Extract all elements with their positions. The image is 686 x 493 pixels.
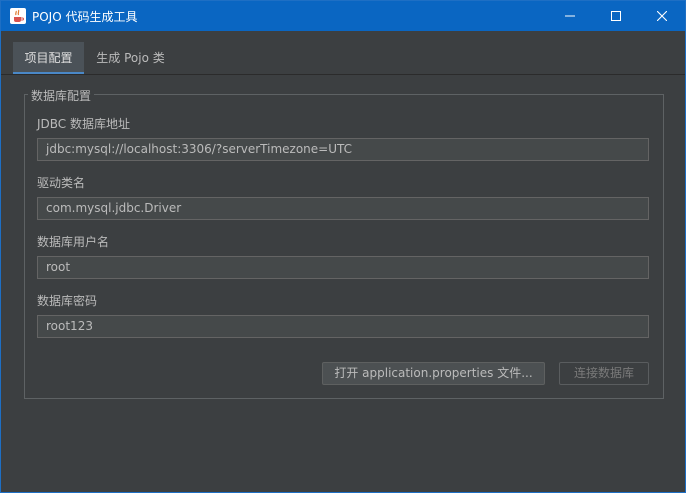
tab-divider: [1, 74, 685, 75]
db-password-label: 数据库密码: [37, 294, 98, 308]
driver-class-label: 驱动类名: [37, 176, 86, 190]
driver-class-field[interactable]: com.mysql.jdbc.Driver: [37, 197, 649, 220]
db-username-label: 数据库用户名: [37, 235, 110, 249]
minimize-icon: [565, 15, 575, 17]
java-cup-icon: [10, 8, 26, 24]
app-window: POJO 代码生成工具 项目配置 生成 Pojo 类 数据库配置 JDBC 数据…: [0, 0, 686, 493]
jdbc-url-field[interactable]: jdbc:mysql://localhost:3306/?serverTimez…: [37, 138, 649, 161]
tab-generate-pojo[interactable]: 生成 Pojo 类: [84, 42, 177, 75]
minimize-button[interactable]: [547, 1, 593, 31]
maximize-button[interactable]: [593, 1, 639, 31]
jdbc-url-label: JDBC 数据库地址: [37, 117, 130, 131]
db-username-field[interactable]: root: [37, 256, 649, 279]
window-title: POJO 代码生成工具: [32, 10, 138, 24]
connect-database-button[interactable]: 连接数据库: [559, 362, 649, 385]
close-button[interactable]: [639, 1, 685, 31]
open-properties-button[interactable]: 打开 application.properties 文件...: [322, 362, 545, 385]
close-icon: [657, 11, 667, 21]
db-password-field[interactable]: root123: [37, 315, 649, 338]
title-bar[interactable]: POJO 代码生成工具: [1, 1, 685, 31]
maximize-icon: [611, 11, 621, 21]
tab-project-config[interactable]: 项目配置: [13, 42, 84, 75]
group-title: 数据库配置: [28, 87, 95, 104]
